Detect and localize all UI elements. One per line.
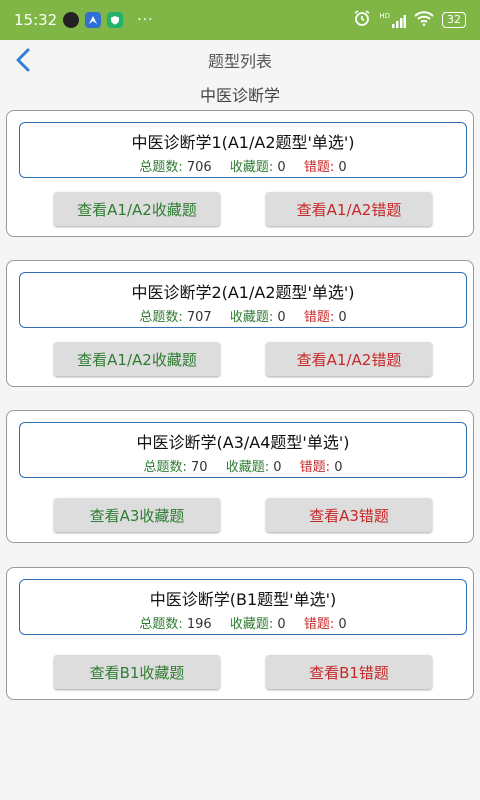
more-notifications-icon: ··· bbox=[137, 12, 154, 28]
wrong-label: 错题: bbox=[303, 310, 335, 325]
shield-app-icon bbox=[107, 12, 124, 28]
question-set-stats: 总题数: 706 收藏题: 0 错题: 0 bbox=[20, 156, 466, 175]
question-set-title: 中医诊断学(A3/A4题型'单选') bbox=[136, 433, 350, 452]
total-count: 706 bbox=[186, 160, 212, 175]
view-favorites-button[interactable]: 查看B1收藏题 bbox=[54, 655, 220, 689]
total-label: 总题数: bbox=[139, 160, 183, 175]
view-wrong-questions-button[interactable]: 查看B1错题 bbox=[266, 655, 432, 689]
wifi-icon bbox=[414, 10, 434, 30]
favorite-label: 收藏题: bbox=[229, 310, 274, 325]
question-set-card: 中医诊断学(B1题型'单选') 总题数: 196 收藏题: 0 错题: 0 查看… bbox=[6, 567, 474, 700]
total-label: 总题数: bbox=[139, 617, 183, 632]
alarm-icon bbox=[353, 9, 371, 31]
total-label: 总题数: bbox=[139, 310, 183, 325]
question-set-card: 中医诊断学(A3/A4题型'单选') 总题数: 70 收藏题: 0 错题: 0 … bbox=[6, 410, 474, 543]
question-set-stats: 总题数: 707 收藏题: 0 错题: 0 bbox=[20, 306, 466, 325]
hd-signal-icon: HD bbox=[379, 11, 406, 28]
question-set-card: 中医诊断学1(A1/A2题型'单选') 总题数: 706 收藏题: 0 错题: … bbox=[6, 110, 474, 237]
view-wrong-questions-button[interactable]: 查看A1/A2错题 bbox=[266, 192, 432, 226]
wrong-count: 0 bbox=[338, 160, 347, 175]
wrong-count: 0 bbox=[338, 310, 347, 325]
question-set-info[interactable]: 中医诊断学(A3/A4题型'单选') 总题数: 70 收藏题: 0 错题: 0 bbox=[19, 422, 467, 478]
status-bar: 15:32 ··· HD 32 bbox=[0, 0, 480, 40]
favorite-count: 0 bbox=[277, 160, 286, 175]
favorite-label: 收藏题: bbox=[229, 160, 274, 175]
question-set-stats: 总题数: 70 收藏题: 0 错题: 0 bbox=[20, 456, 466, 475]
total-count: 196 bbox=[186, 617, 212, 632]
page-title: 题型列表 bbox=[207, 52, 272, 71]
question-set-title: 中医诊断学1(A1/A2题型'单选') bbox=[131, 133, 355, 152]
wrong-label: 错题: bbox=[303, 160, 335, 175]
wrong-label: 错题: bbox=[303, 617, 335, 632]
total-count: 707 bbox=[186, 310, 212, 325]
view-wrong-questions-button[interactable]: 查看A1/A2错题 bbox=[266, 342, 432, 376]
total-count: 70 bbox=[191, 460, 208, 475]
favorite-count: 0 bbox=[273, 460, 282, 475]
view-wrong-questions-button[interactable]: 查看A3错题 bbox=[266, 498, 432, 532]
view-favorites-button[interactable]: 查看A1/A2收藏题 bbox=[54, 192, 220, 226]
favorite-label: 收藏题: bbox=[229, 617, 274, 632]
wrong-label: 错题: bbox=[299, 460, 331, 475]
question-set-card: 中医诊断学2(A1/A2题型'单选') 总题数: 707 收藏题: 0 错题: … bbox=[6, 260, 474, 387]
navigation-app-icon bbox=[85, 12, 102, 28]
total-label: 总题数: bbox=[143, 460, 187, 475]
section-title: 中医诊断学 bbox=[199, 86, 280, 105]
question-set-info[interactable]: 中医诊断学2(A1/A2题型'单选') 总题数: 707 收藏题: 0 错题: … bbox=[19, 272, 467, 328]
question-set-info[interactable]: 中医诊断学1(A1/A2题型'单选') 总题数: 706 收藏题: 0 错题: … bbox=[19, 122, 467, 178]
app-notification-icon bbox=[63, 12, 80, 28]
hd-label: HD bbox=[379, 11, 390, 20]
wrong-count: 0 bbox=[334, 460, 343, 475]
chevron-left-icon bbox=[16, 48, 30, 72]
favorite-count: 0 bbox=[277, 310, 286, 325]
back-button[interactable] bbox=[8, 44, 38, 76]
favorite-count: 0 bbox=[277, 617, 286, 632]
favorite-label: 收藏题: bbox=[225, 460, 270, 475]
title-bar: 题型列表 bbox=[0, 40, 480, 80]
view-favorites-button[interactable]: 查看A1/A2收藏题 bbox=[54, 342, 220, 376]
status-time: 15:32 bbox=[14, 11, 58, 29]
wrong-count: 0 bbox=[338, 617, 347, 632]
question-set-info[interactable]: 中医诊断学(B1题型'单选') 总题数: 196 收藏题: 0 错题: 0 bbox=[19, 579, 467, 635]
question-set-title: 中医诊断学2(A1/A2题型'单选') bbox=[131, 283, 355, 302]
view-favorites-button[interactable]: 查看A3收藏题 bbox=[54, 498, 220, 532]
battery-icon: 32 bbox=[442, 12, 466, 28]
question-set-title: 中医诊断学(B1题型'单选') bbox=[149, 590, 337, 609]
question-set-stats: 总题数: 196 收藏题: 0 错题: 0 bbox=[20, 613, 466, 632]
